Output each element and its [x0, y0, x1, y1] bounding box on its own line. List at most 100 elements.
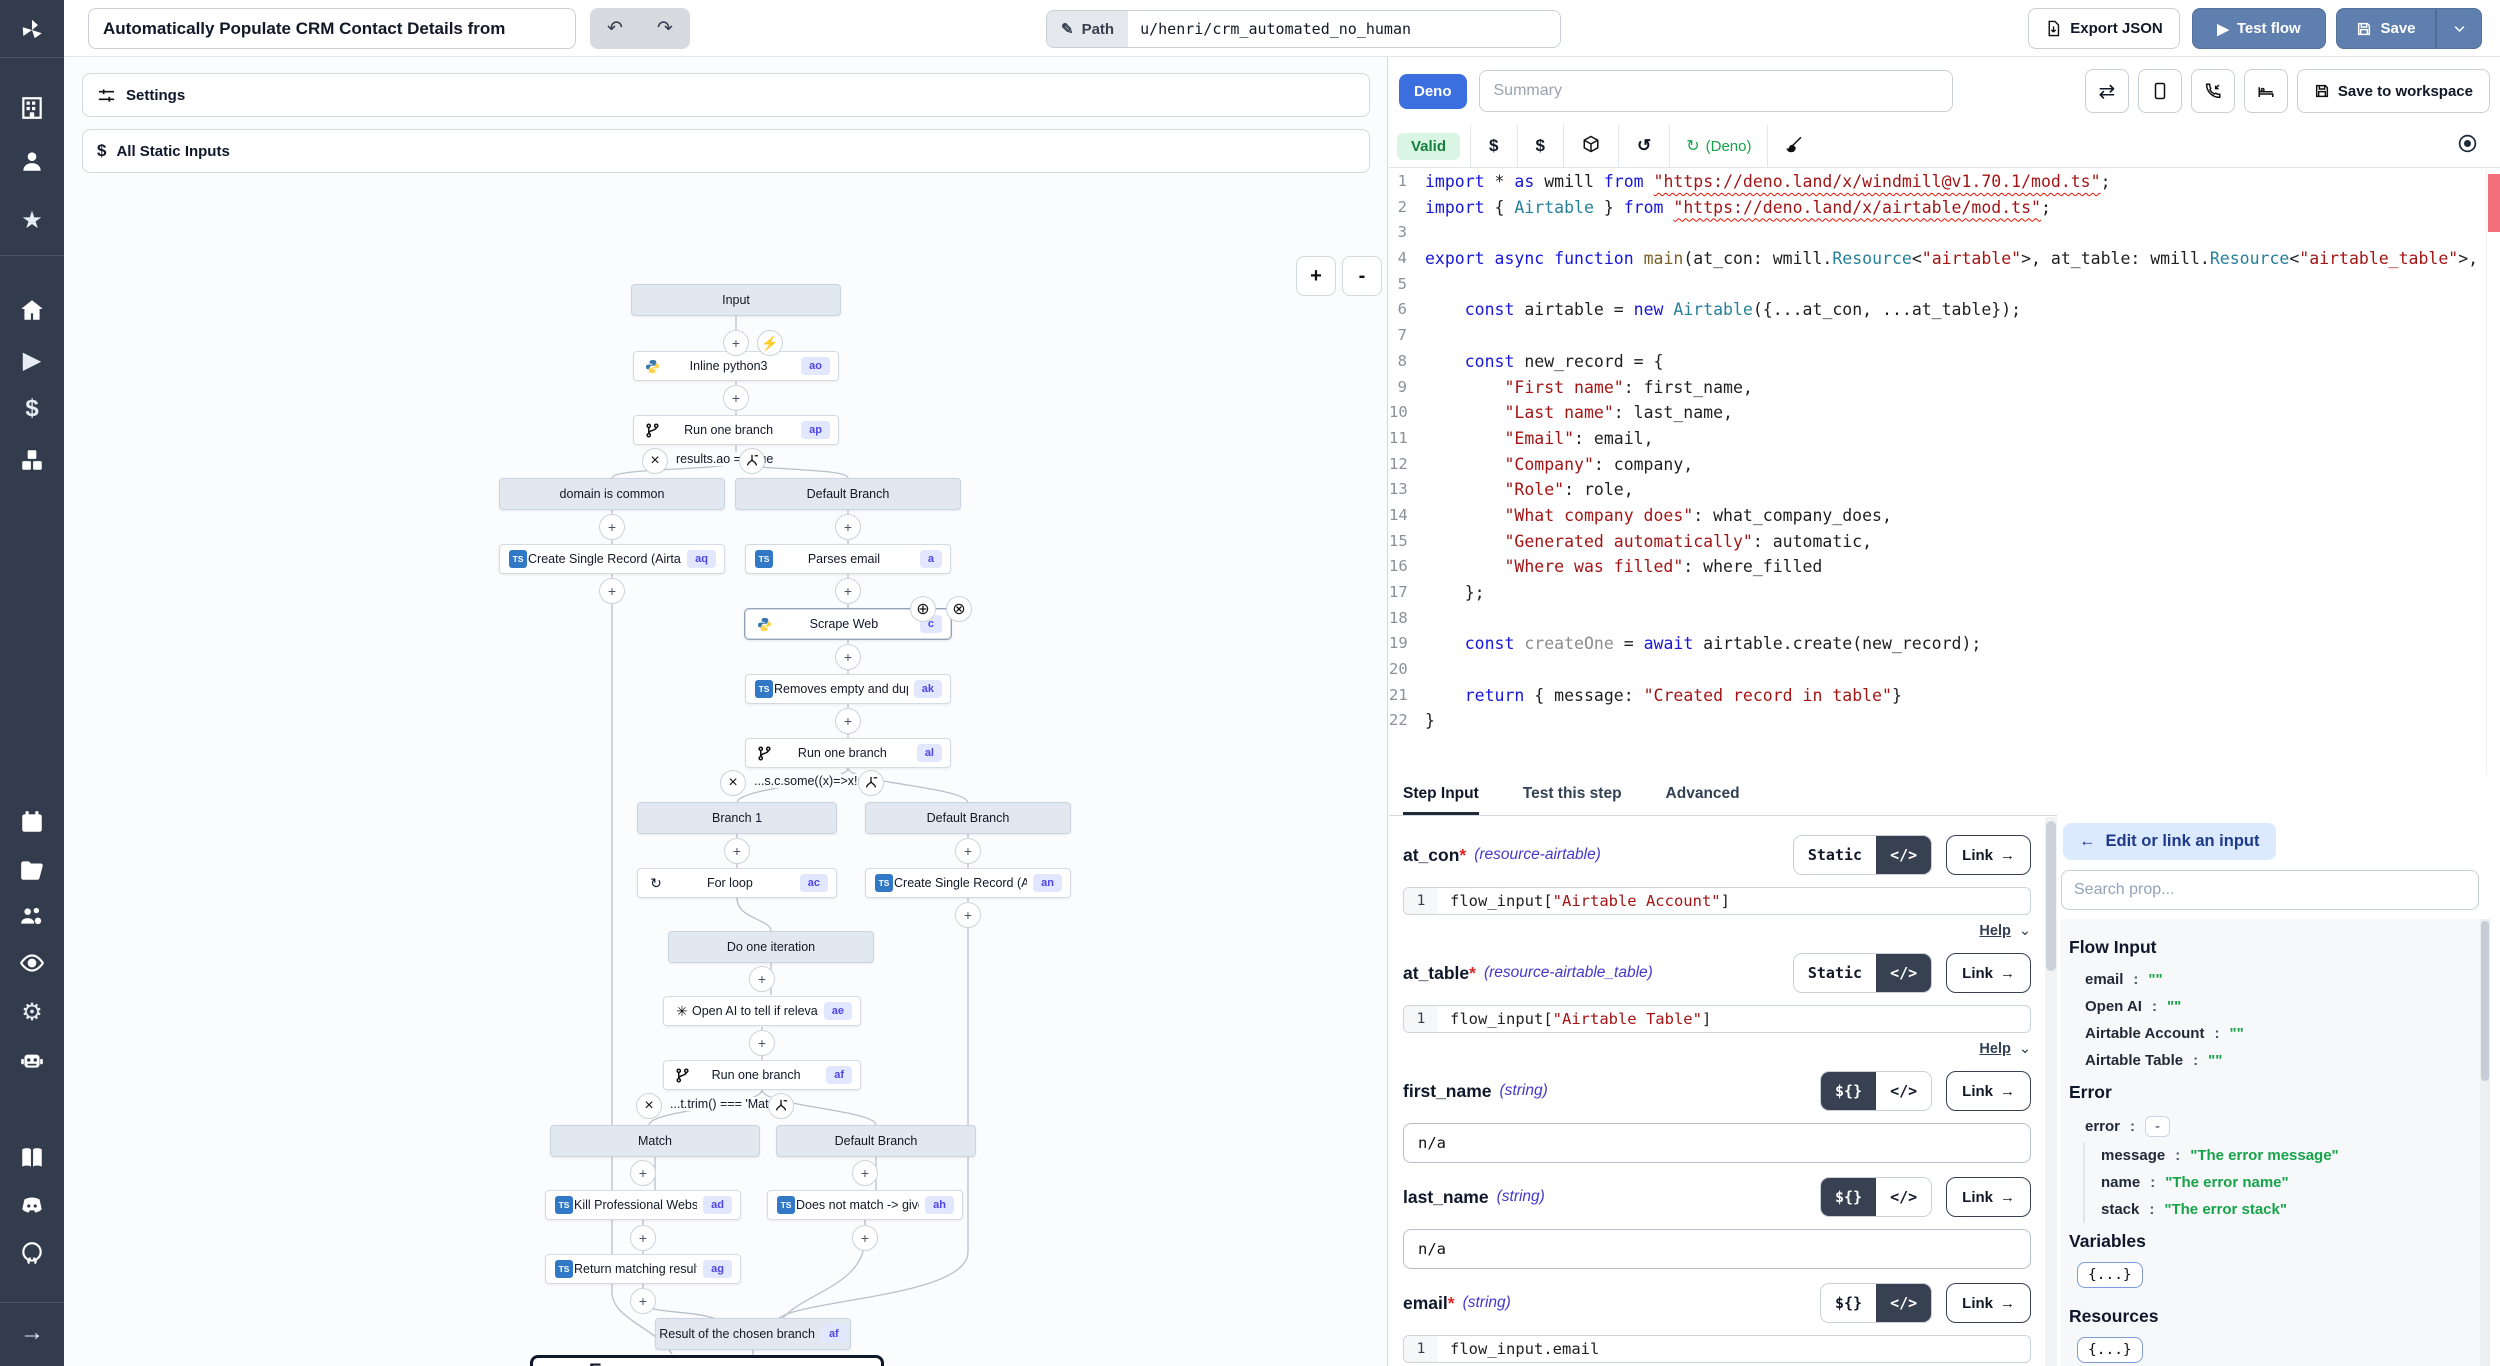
code-line[interactable]: "Last name": last_name,: [1425, 400, 1733, 426]
mode-javascript-button[interactable]: </>: [1876, 836, 1931, 874]
add-step-button[interactable]: +: [630, 1288, 656, 1314]
collapse-chip[interactable]: -: [2145, 1116, 2170, 1137]
flow-node-ac[interactable]: ↻For loopac: [637, 868, 837, 898]
add-step-button[interactable]: +: [955, 838, 981, 864]
flow-node-hdr4[interactable]: Default Branch: [865, 802, 1071, 834]
favorites-star-icon[interactable]: ★: [0, 198, 64, 242]
prop-row-name[interactable]: name:"The error name": [2083, 1169, 2480, 1196]
prop-row-airtable-account[interactable]: Airtable Account:"": [2069, 1020, 2480, 1047]
add-branch-icon[interactable]: [858, 770, 884, 796]
link-input-button[interactable]: Link→: [1946, 1177, 2031, 1217]
code-line[interactable]: return { message: "Created record in tab…: [1425, 683, 1902, 709]
flow-node-hdr6[interactable]: Default Branch: [776, 1125, 976, 1157]
flow-node-result[interactable]: Result of the chosen branchaf: [655, 1318, 851, 1350]
zoom-in-button[interactable]: +: [1296, 256, 1336, 296]
mode-static-button[interactable]: ${}: [1821, 1072, 1876, 1110]
flow-node-ag[interactable]: TSReturn matching resultag: [545, 1254, 741, 1284]
static-value-input[interactable]: [1403, 1123, 2031, 1163]
reset-history-icon[interactable]: ↺: [1629, 136, 1659, 156]
reload-deno-button[interactable]: ↻ (Deno): [1680, 136, 1757, 156]
zoom-out-button[interactable]: -: [1342, 256, 1382, 296]
tab-test-this-step[interactable]: Test this step: [1523, 775, 1622, 815]
sync-arrows-button[interactable]: ⇄: [2085, 69, 2129, 113]
expression-editor[interactable]: 1flow_input["Airtable Table"]: [1403, 1005, 2031, 1033]
flow-title-input[interactable]: [88, 8, 576, 49]
flow-node-a[interactable]: TSParses emaila: [745, 544, 951, 574]
flow-settings-bar[interactable]: Settings: [82, 73, 1370, 117]
code-line[interactable]: const new_record = {: [1425, 349, 1663, 375]
code-line[interactable]: }: [1425, 708, 1435, 734]
flow-node-al[interactable]: Run one branchal: [745, 738, 951, 768]
all-static-inputs-bar[interactable]: $ All Static Inputs: [82, 129, 1370, 173]
flow-node-ap[interactable]: Run one branchap: [633, 415, 839, 445]
step-form-scrollbar[interactable]: [2045, 817, 2057, 1366]
collapse-arrow-icon[interactable]: →: [0, 1311, 64, 1355]
link-input-button[interactable]: Link→: [1946, 1071, 2031, 1111]
language-badge[interactable]: Deno: [1399, 74, 1467, 109]
resources-object-chip[interactable]: {...}: [2077, 1337, 2143, 1363]
mode-static-button[interactable]: Static: [1794, 836, 1876, 874]
trigger-bolt-icon[interactable]: ⚡: [757, 330, 783, 356]
resources-boxes-icon[interactable]: [0, 438, 64, 482]
add-step-button[interactable]: +: [599, 514, 625, 540]
add-branch-icon[interactable]: [739, 448, 765, 474]
remove-branch-icon[interactable]: ×: [636, 1093, 662, 1119]
add-step-button[interactable]: +: [599, 578, 625, 604]
expression-editor[interactable]: 1flow_input.email: [1403, 1335, 2031, 1363]
flow-node-aq[interactable]: TSCreate Single Record (Airtable)aq: [499, 544, 725, 574]
code-line[interactable]: "Role": role,: [1425, 477, 1634, 503]
format-brush-icon[interactable]: [1778, 135, 1812, 158]
add-step-button[interactable]: +: [852, 1225, 878, 1251]
add-step-button[interactable]: +: [955, 902, 981, 928]
schedules-calendar-icon[interactable]: [0, 800, 64, 844]
prop-row-email[interactable]: email:"": [2069, 966, 2480, 993]
mode-javascript-button[interactable]: </>: [1876, 1072, 1931, 1110]
tab-step-input[interactable]: Step Input: [1403, 775, 1479, 815]
move-node-icon[interactable]: ⊕: [910, 596, 936, 622]
edit-or-link-input-button[interactable]: ← Edit or link an input: [2063, 823, 2276, 860]
add-step-button[interactable]: +: [835, 514, 861, 540]
discord-icon[interactable]: [0, 1184, 64, 1228]
add-step-button[interactable]: +: [852, 1160, 878, 1186]
github-icon[interactable]: [0, 1231, 64, 1275]
expression-editor[interactable]: 1flow_input["Airtable Account"]: [1403, 887, 2031, 915]
link-input-button[interactable]: Link→: [1946, 1283, 2031, 1323]
settings-gear-icon[interactable]: ⚙: [0, 990, 64, 1034]
mode-static-button[interactable]: ${}: [1821, 1178, 1876, 1216]
docs-book-icon[interactable]: [0, 1136, 64, 1180]
prop-row-error[interactable]: error:-: [2069, 1111, 2480, 1142]
test-flow-button[interactable]: ▶ Test flow: [2192, 8, 2326, 49]
flow-node-hdr2[interactable]: Default Branch: [735, 478, 961, 510]
code-line[interactable]: "Where was filled": where_filled: [1425, 554, 1822, 580]
mode-javascript-button[interactable]: </>: [1876, 954, 1931, 992]
audit-eye-icon[interactable]: [0, 941, 64, 985]
chevron-down-icon[interactable]: ⌄: [2019, 1041, 2031, 1057]
add-step-button[interactable]: +: [723, 385, 749, 411]
groups-users-icon[interactable]: [0, 894, 64, 938]
summary-input[interactable]: [1479, 70, 1953, 112]
variables-object-chip[interactable]: {...}: [2077, 1262, 2143, 1288]
code-line[interactable]: };: [1425, 580, 1485, 606]
bed-button[interactable]: [2244, 69, 2288, 113]
flow-canvas[interactable]: + - InputInline python3aoRun one brancha…: [64, 179, 1388, 1366]
variables-dollar-icon[interactable]: $: [0, 387, 64, 431]
help-link[interactable]: Help: [1979, 1041, 2010, 1057]
save-to-workspace-button[interactable]: Save to workspace: [2297, 69, 2490, 113]
mode-javascript-button[interactable]: </>: [1876, 1178, 1931, 1216]
add-step-button[interactable]: +: [835, 644, 861, 670]
link-input-button[interactable]: Link→: [1946, 835, 2031, 875]
user-icon[interactable]: [0, 139, 64, 183]
add-branch-icon[interactable]: [768, 1093, 794, 1119]
remove-node-icon[interactable]: ⊗: [946, 596, 972, 622]
code-scrollbar[interactable]: [2486, 169, 2500, 775]
package-icon[interactable]: [1574, 135, 1608, 158]
workers-robot-icon[interactable]: [0, 1038, 64, 1082]
add-step-button[interactable]: +: [835, 708, 861, 734]
prop-row-airtable-table[interactable]: Airtable Table:"": [2069, 1047, 2480, 1074]
mode-javascript-button[interactable]: </>: [1876, 1284, 1931, 1322]
flow-node-ah[interactable]: TSDoes not match -> gives empty valueah: [767, 1190, 963, 1220]
flow-node-ae[interactable]: ✳Open AI to tell if relevant resultae: [663, 996, 861, 1026]
dollar-action-icon[interactable]: $: [1528, 136, 1553, 156]
code-line[interactable]: "Generated automatically": automatic,: [1425, 529, 1872, 555]
windmill-logo-icon[interactable]: [0, 8, 64, 52]
